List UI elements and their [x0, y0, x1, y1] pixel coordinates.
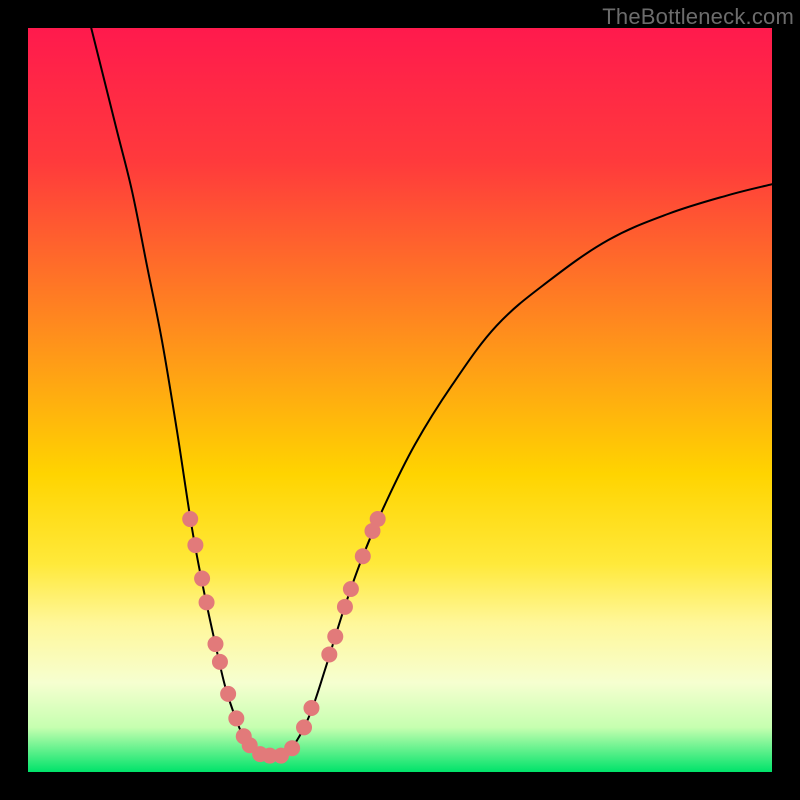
- marker-point: [355, 548, 371, 564]
- marker-point: [370, 511, 386, 527]
- chart-background: [28, 28, 772, 772]
- marker-point: [337, 599, 353, 615]
- marker-point: [228, 710, 244, 726]
- marker-point: [182, 511, 198, 527]
- chart-svg: [28, 28, 772, 772]
- marker-point: [207, 636, 223, 652]
- marker-point: [220, 686, 236, 702]
- marker-point: [321, 646, 337, 662]
- marker-point: [187, 537, 203, 553]
- marker-point: [212, 654, 228, 670]
- marker-point: [327, 629, 343, 645]
- marker-point: [343, 581, 359, 597]
- marker-point: [296, 719, 312, 735]
- watermark-text: TheBottleneck.com: [602, 4, 794, 30]
- marker-point: [194, 571, 210, 587]
- chart-frame: [28, 28, 772, 772]
- marker-point: [303, 700, 319, 716]
- marker-point: [199, 594, 215, 610]
- marker-point: [284, 740, 300, 756]
